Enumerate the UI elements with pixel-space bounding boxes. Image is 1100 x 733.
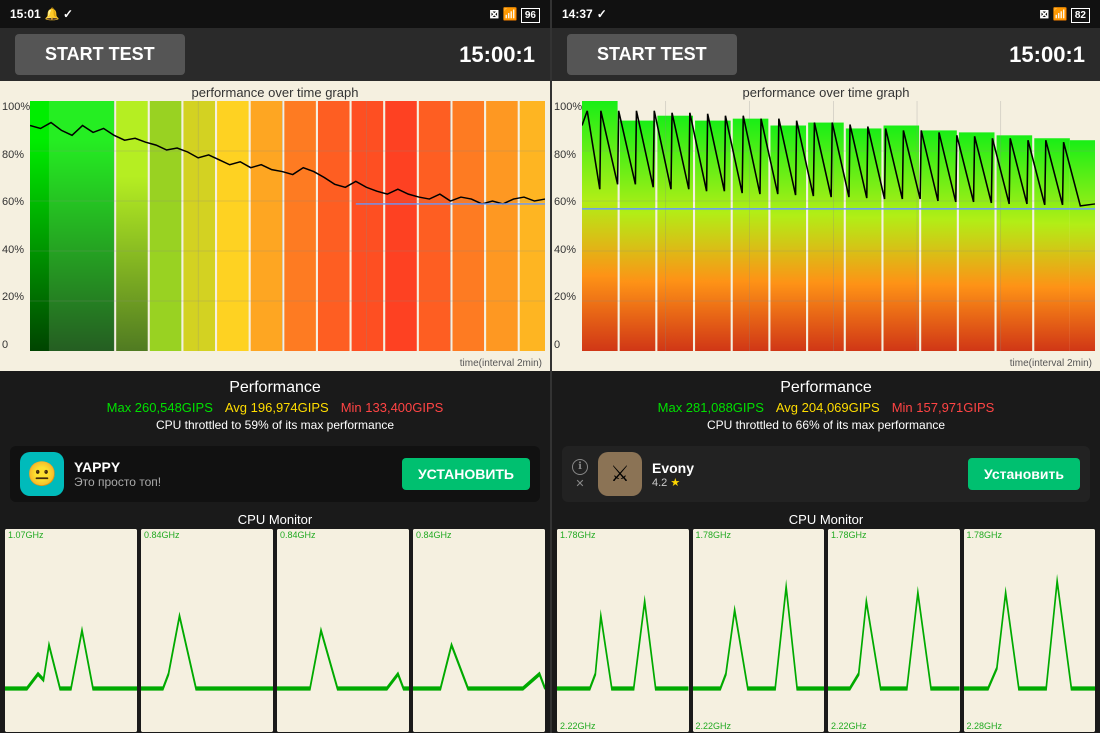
left-core4-freq: 0.84GHz xyxy=(416,530,452,540)
left-perf-title: Performance xyxy=(10,379,540,397)
left-battery-icon: ⊠ 📶 96 xyxy=(489,7,540,21)
right-status-bar: 14:37 ✓ ⊠ 📶 82 xyxy=(552,0,1100,28)
left-core2-freq: 0.84GHz xyxy=(144,530,180,540)
left-cpu-cores: 1.07GHz 0.84GHz 0.84GHz xyxy=(5,529,545,732)
right-ad-install-button[interactable]: Установить xyxy=(968,458,1080,490)
rating-star-icon: ★ xyxy=(670,477,680,489)
left-cpu-core-1: 1.07GHz xyxy=(5,529,137,732)
left-perf-stats: Performance Max 260,548GIPS Avg 196,974G… xyxy=(0,371,550,442)
right-graph-title: performance over time graph xyxy=(743,85,910,100)
right-start-test-button[interactable]: START TEST xyxy=(567,34,737,75)
right-performance-graph: performance over time graph 100% 80% 60%… xyxy=(552,81,1100,371)
left-header: START TEST 15:00:1 xyxy=(0,28,550,81)
right-perf-title: Performance xyxy=(562,379,1090,397)
left-ad-banner: 😐 YAPPY Это просто топ! УСТАНОВИТЬ xyxy=(0,442,550,510)
right-perf-avg: Avg 204,069GIPS xyxy=(776,400,880,415)
left-ad-name: YAPPY xyxy=(74,459,392,475)
right-y-labels: 100% 80% 60% 40% 20% 0 xyxy=(554,101,582,351)
right-core4-freq-bottom: 2.28GHz xyxy=(967,721,1003,731)
right-cpu-cores: 1.78GHz 2.22GHz 1.78GHz 2.22GHz 1.78GHz xyxy=(557,529,1095,732)
left-timer: 15:00:1 xyxy=(459,42,535,68)
left-ad-tagline: Это просто топ! xyxy=(74,475,392,489)
left-perf-max: Max 260,548GIPS xyxy=(107,400,213,415)
left-core1-freq: 1.07GHz xyxy=(8,530,44,540)
left-ad-inner[interactable]: 😐 YAPPY Это просто топ! УСТАНОВИТЬ xyxy=(10,446,540,502)
left-perf-avg: Avg 196,974GIPS xyxy=(225,400,329,415)
left-cpu-monitor: CPU Monitor 1.07GHz 0.84GHz 0.84GHz xyxy=(0,510,550,733)
left-ad-icon: 😐 xyxy=(20,452,64,496)
left-cpu-core-4: 0.84GHz xyxy=(413,529,545,732)
left-time-label: time(interval 2min) xyxy=(460,358,542,369)
right-perf-stats: Performance Max 281,088GIPS Avg 204,069G… xyxy=(552,371,1100,442)
right-ad-icon: ⚔ xyxy=(598,452,642,496)
right-ad-banner: ℹ ✕ ⚔ Evony 4.2 ★ Установить xyxy=(552,442,1100,510)
right-core1-freq-top: 1.78GHz xyxy=(560,530,596,540)
left-core3-freq: 0.84GHz xyxy=(280,530,316,540)
left-status-icons: 🔔 ✓ xyxy=(45,7,73,21)
right-perf-throttle: CPU throttled to 66% of its max performa… xyxy=(562,418,1090,432)
right-cpu-core-2: 1.78GHz 2.22GHz xyxy=(693,529,825,732)
right-core3-freq-bottom: 2.22GHz xyxy=(831,721,867,731)
right-perf-min: Min 157,971GIPS xyxy=(892,400,995,415)
left-graph-canvas xyxy=(30,101,545,351)
left-cpu-core-2: 0.84GHz xyxy=(141,529,273,732)
right-timer: 15:00:1 xyxy=(1009,42,1085,68)
right-header: START TEST 15:00:1 xyxy=(552,28,1100,81)
left-status-bar: 15:01 🔔 ✓ ⊠ 📶 96 xyxy=(0,0,550,28)
left-ad-install-button[interactable]: УСТАНОВИТЬ xyxy=(402,458,530,490)
left-ad-text: YAPPY Это просто топ! xyxy=(74,459,392,489)
right-status-icons: ✓ xyxy=(597,7,607,21)
right-ad-inner[interactable]: ℹ ✕ ⚔ Evony 4.2 ★ Установить xyxy=(562,446,1090,502)
right-cpu-core-1: 1.78GHz 2.22GHz xyxy=(557,529,689,732)
right-cpu-core-4: 1.78GHz 2.28GHz xyxy=(964,529,1096,732)
right-ad-rating: 4.2 ★ xyxy=(652,476,958,489)
right-cpu-monitor: CPU Monitor 1.78GHz 2.22GHz 1.78GHz 2.22… xyxy=(552,510,1100,733)
right-ad-text: Evony 4.2 ★ xyxy=(652,460,958,489)
left-start-test-button[interactable]: START TEST xyxy=(15,34,185,75)
right-core1-freq-bottom: 2.22GHz xyxy=(560,721,596,731)
left-performance-graph: performance over time graph 100% 80% 60%… xyxy=(0,81,550,371)
right-perf-numbers: Max 281,088GIPS Avg 204,069GIPS Min 157,… xyxy=(562,400,1090,415)
right-core3-freq-top: 1.78GHz xyxy=(831,530,867,540)
right-ad-close-icon[interactable]: ✕ xyxy=(575,477,584,490)
left-perf-numbers: Max 260,548GIPS Avg 196,974GIPS Min 133,… xyxy=(10,400,540,415)
right-ad-info-close[interactable]: ℹ ✕ xyxy=(572,459,588,490)
right-phone-panel: 14:37 ✓ ⊠ 📶 82 START TEST 15:00:1 perfor… xyxy=(550,0,1100,733)
left-perf-min: Min 133,400GIPS xyxy=(341,400,444,415)
right-perf-max: Max 281,088GIPS xyxy=(658,400,764,415)
right-core4-freq-top: 1.78GHz xyxy=(967,530,1003,540)
right-graph-canvas xyxy=(582,101,1095,351)
right-core2-freq-bottom: 2.22GHz xyxy=(696,721,732,731)
right-time: 14:37 xyxy=(562,7,593,21)
left-cpu-core-3: 0.84GHz xyxy=(277,529,409,732)
left-y-labels: 100% 80% 60% 40% 20% 0 xyxy=(2,101,30,351)
right-time-label: time(interval 2min) xyxy=(1010,358,1092,369)
right-core2-freq-top: 1.78GHz xyxy=(696,530,732,540)
left-graph-title: performance over time graph xyxy=(192,85,359,100)
right-cpu-monitor-title: CPU Monitor xyxy=(557,510,1095,529)
left-phone-panel: 15:01 🔔 ✓ ⊠ 📶 96 START TEST 15:00:1 perf… xyxy=(0,0,550,733)
right-ad-info-icon: ℹ xyxy=(572,459,588,475)
left-cpu-monitor-title: CPU Monitor xyxy=(5,510,545,529)
right-cpu-core-3: 1.78GHz 2.22GHz xyxy=(828,529,960,732)
right-ad-name: Evony xyxy=(652,460,958,476)
left-time: 15:01 xyxy=(10,7,41,21)
right-battery-icon: ⊠ 📶 82 xyxy=(1039,7,1090,21)
left-perf-throttle: CPU throttled to 59% of its max performa… xyxy=(10,418,540,432)
